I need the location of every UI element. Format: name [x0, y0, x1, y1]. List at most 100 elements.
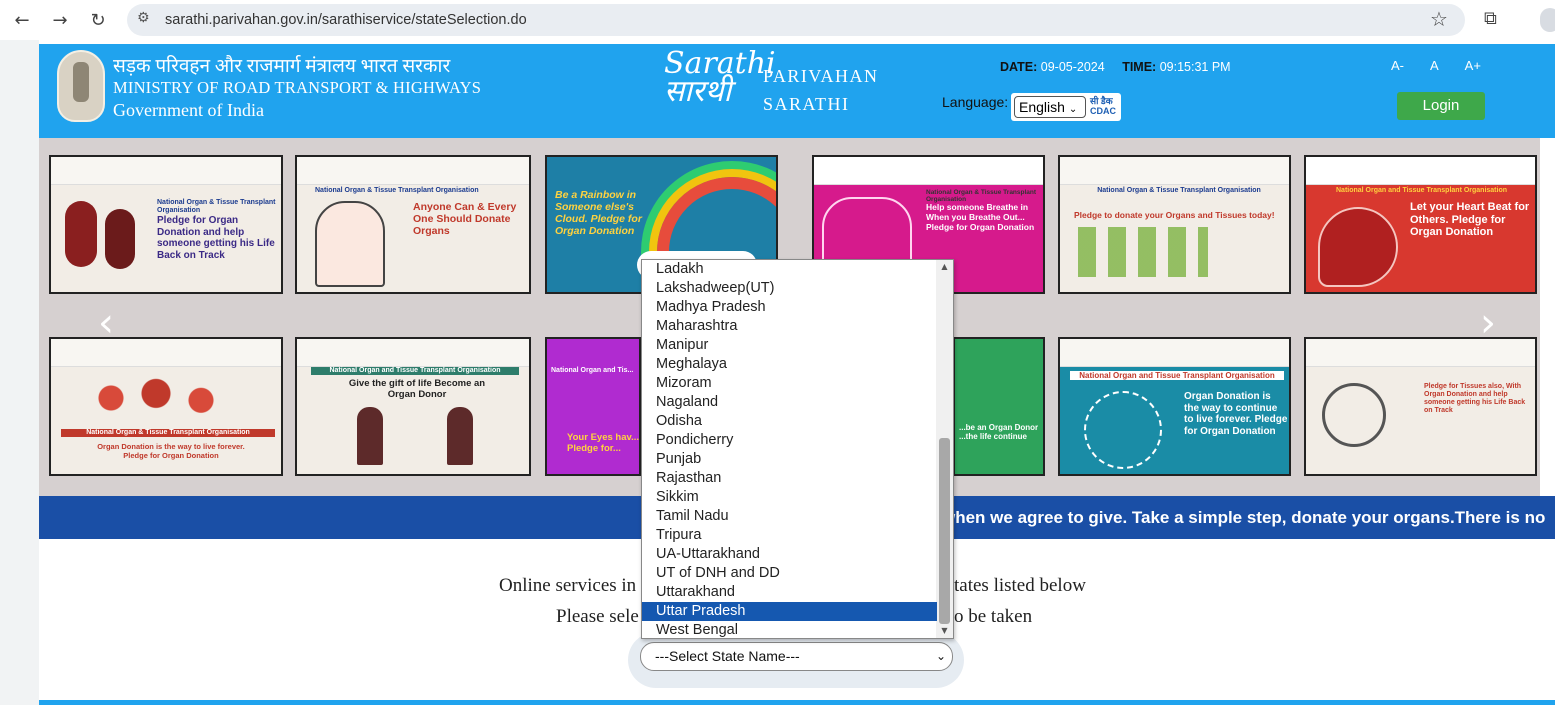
ministry-hindi: सड़क परिवहन और राजमार्ग मंत्रालय भारत सर… — [113, 56, 451, 77]
state-option[interactable]: West Bengal — [642, 621, 937, 638]
state-option[interactable]: Uttar Pradesh — [642, 602, 937, 621]
eye-graphic — [1322, 383, 1386, 447]
marquee-text: when we agree to give. Take a simple ste… — [942, 508, 1546, 527]
poster-org: National Organ & Tissue Transplant Organ… — [315, 187, 479, 194]
logo-title-1: PARIVAHAN — [763, 66, 879, 86]
state-option[interactable]: Mizoram — [642, 374, 937, 393]
state-option[interactable]: Pondicherry — [642, 431, 937, 450]
cdac-hindi: सी डैक — [1090, 96, 1113, 106]
scrollbar-thumb[interactable] — [939, 438, 950, 624]
state-select[interactable]: ---Select State Name--- ⌄ — [640, 642, 953, 671]
poster-text: Pledge for Organ Donation and help someo… — [157, 215, 275, 261]
back-icon[interactable]: ← — [10, 8, 34, 32]
carousel-poster[interactable]: National Organ & Tissue Transplant Organ… — [295, 155, 531, 294]
person-graphic — [447, 407, 473, 465]
poster-text: ...be an Organ Donor ...the life continu… — [959, 423, 1039, 442]
info-text-line1: Online services in — [499, 575, 637, 596]
font-normal-button[interactable]: A — [1430, 58, 1439, 73]
date-label: DATE: — [1000, 60, 1038, 74]
extensions-icon[interactable]: ⧉ — [1484, 8, 1497, 29]
address-bar[interactable]: ⚙ sarathi.parivahan.gov.in/sarathiservic… — [127, 4, 1465, 36]
font-smaller-button[interactable]: A- — [1391, 58, 1404, 73]
carousel-poster[interactable]: National Organ and Tissue Transplant Org… — [295, 337, 531, 476]
poster-org: National Organ & Tissue Transplant Organ… — [1097, 187, 1261, 194]
ministry-english: MINISTRY OF ROAD TRANSPORT & HIGHWAYS — [113, 78, 482, 97]
scroll-up-icon[interactable]: ▲ — [936, 260, 953, 274]
state-option[interactable]: Madhya Pradesh — [642, 298, 937, 317]
poster-header — [297, 157, 529, 185]
poster-text: Be a Rainbow in Someone else's Cloud. Pl… — [555, 189, 642, 238]
state-option[interactable]: Punjab — [642, 450, 937, 469]
state-option[interactable]: Manipur — [642, 336, 937, 355]
state-option[interactable]: Tripura — [642, 526, 937, 545]
state-option[interactable]: Uttarakhand — [642, 583, 937, 602]
state-option[interactable]: Maharashtra — [642, 317, 937, 336]
state-option[interactable]: UT of DNH and DD — [642, 564, 937, 583]
carousel-poster[interactable]: National Organ & Tissue Transplant Organ… — [1058, 155, 1291, 294]
font-size-controls: A- A A+ — [1391, 58, 1481, 73]
dropdown-scrollbar[interactable]: ▲ ▼ — [936, 260, 953, 638]
hands-graphic — [1084, 391, 1162, 469]
poster-header — [51, 157, 281, 185]
poster-text: Organ Donation is the way to live foreve… — [97, 442, 245, 460]
poster-org: National Organ & Tissue Transplant Organ… — [61, 429, 275, 438]
poster-header — [1060, 339, 1289, 367]
poster-org: National Organ and Tissue Transplant Org… — [1070, 371, 1284, 381]
carousel-poster[interactable]: ...be an Organ Donor ...the life continu… — [953, 337, 1045, 476]
scroll-down-icon[interactable]: ▼ — [936, 624, 953, 638]
profile-avatar[interactable] — [1540, 8, 1555, 32]
language-box: English ⌄ सी डैक CDAC — [1011, 93, 1121, 121]
forward-icon[interactable]: → — [48, 8, 72, 32]
language-label: Language: — [942, 94, 1009, 110]
carousel-prev-icon[interactable]: ‹ — [86, 298, 126, 348]
carousel-next-icon[interactable]: › — [1468, 298, 1508, 348]
chevron-down-icon: ⌄ — [935, 649, 946, 663]
state-option[interactable]: Lakshadweep(UT) — [642, 279, 937, 298]
poster-org: National Organ and Tissue Transplant Org… — [311, 367, 519, 376]
poster-text: Pledge for Tissues also, With Organ Dona… — [1424, 383, 1526, 415]
state-option[interactable]: Rajasthan — [642, 469, 937, 488]
poster-text: Help someone Breathe in When you Breathe… — [926, 202, 1035, 232]
people-graphic — [315, 201, 385, 287]
font-larger-button[interactable]: A+ — [1465, 58, 1481, 73]
login-button[interactable]: Login — [1397, 92, 1485, 120]
carousel-poster[interactable]: National Organ and Tis... Your Eyes hav.… — [545, 337, 641, 476]
state-option[interactable]: Ladakh — [642, 260, 937, 279]
state-option[interactable]: Nagaland — [642, 393, 937, 412]
info-text-line2-end: o be taken — [954, 606, 1033, 627]
carousel-poster[interactable]: National Organ & Tissue Transplant Organ… — [49, 155, 283, 294]
carousel-poster[interactable]: Pledge for Tissues also, With Organ Dona… — [1304, 337, 1537, 476]
logo-title: PARIVAHAN SARATHI — [763, 62, 879, 118]
site-header: सड़क परिवहन और राजमार्ग मंत्रालय भारत सर… — [39, 44, 1555, 138]
url-text[interactable]: sarathi.parivahan.gov.in/sarathiservice/… — [165, 12, 527, 28]
state-option[interactable]: Tamil Nadu — [642, 507, 937, 526]
poster-header — [814, 157, 1043, 185]
info-text-line1-end: tates listed below — [954, 575, 1086, 596]
language-value: English — [1019, 99, 1065, 115]
reload-icon[interactable]: ↻ — [86, 8, 110, 32]
national-emblem-logo — [57, 50, 105, 122]
government-label: Government of India — [113, 100, 264, 120]
bookmark-star-icon[interactable]: ☆ — [1430, 7, 1448, 31]
time-value: 09:15:31 PM — [1159, 60, 1231, 74]
poster-text: Your Eyes hav... Pledge for... — [567, 432, 639, 454]
language-select[interactable]: English ⌄ — [1014, 96, 1086, 118]
state-option[interactable]: UA-Uttarakhand — [642, 545, 937, 564]
person-graphic — [357, 407, 383, 465]
state-option[interactable]: Meghalaya — [642, 355, 937, 374]
carousel-poster[interactable]: National Organ and Tissue Transplant Org… — [1304, 155, 1537, 294]
date-time: DATE: 09-05-2024 TIME: 09:15:31 PM — [1000, 60, 1245, 74]
state-dropdown-list[interactable]: ▲ ▼ Ladakh Lakshadweep(UT) Madhya Pradesh M… — [641, 259, 954, 639]
site-info-icon[interactable]: ⚙ — [137, 10, 155, 28]
poster-header — [297, 339, 529, 367]
poster-header — [1306, 157, 1535, 185]
sarathi-logo: Sarathi सारथी — [664, 49, 776, 107]
poster-org: National Organ & Tissue Transplant Organ… — [157, 199, 276, 215]
state-option[interactable]: Odisha — [642, 412, 937, 431]
state-option[interactable]: Sikkim — [642, 488, 937, 507]
cdac-logo: सी डैक CDAC — [1090, 96, 1116, 116]
carousel-poster[interactable]: National Organ and Tissue Transplant Org… — [1058, 337, 1291, 476]
time-label: TIME: — [1122, 60, 1157, 74]
carousel-poster[interactable]: National Organ & Tissue Transplant Organ… — [49, 337, 283, 476]
poster-header — [1060, 157, 1289, 185]
